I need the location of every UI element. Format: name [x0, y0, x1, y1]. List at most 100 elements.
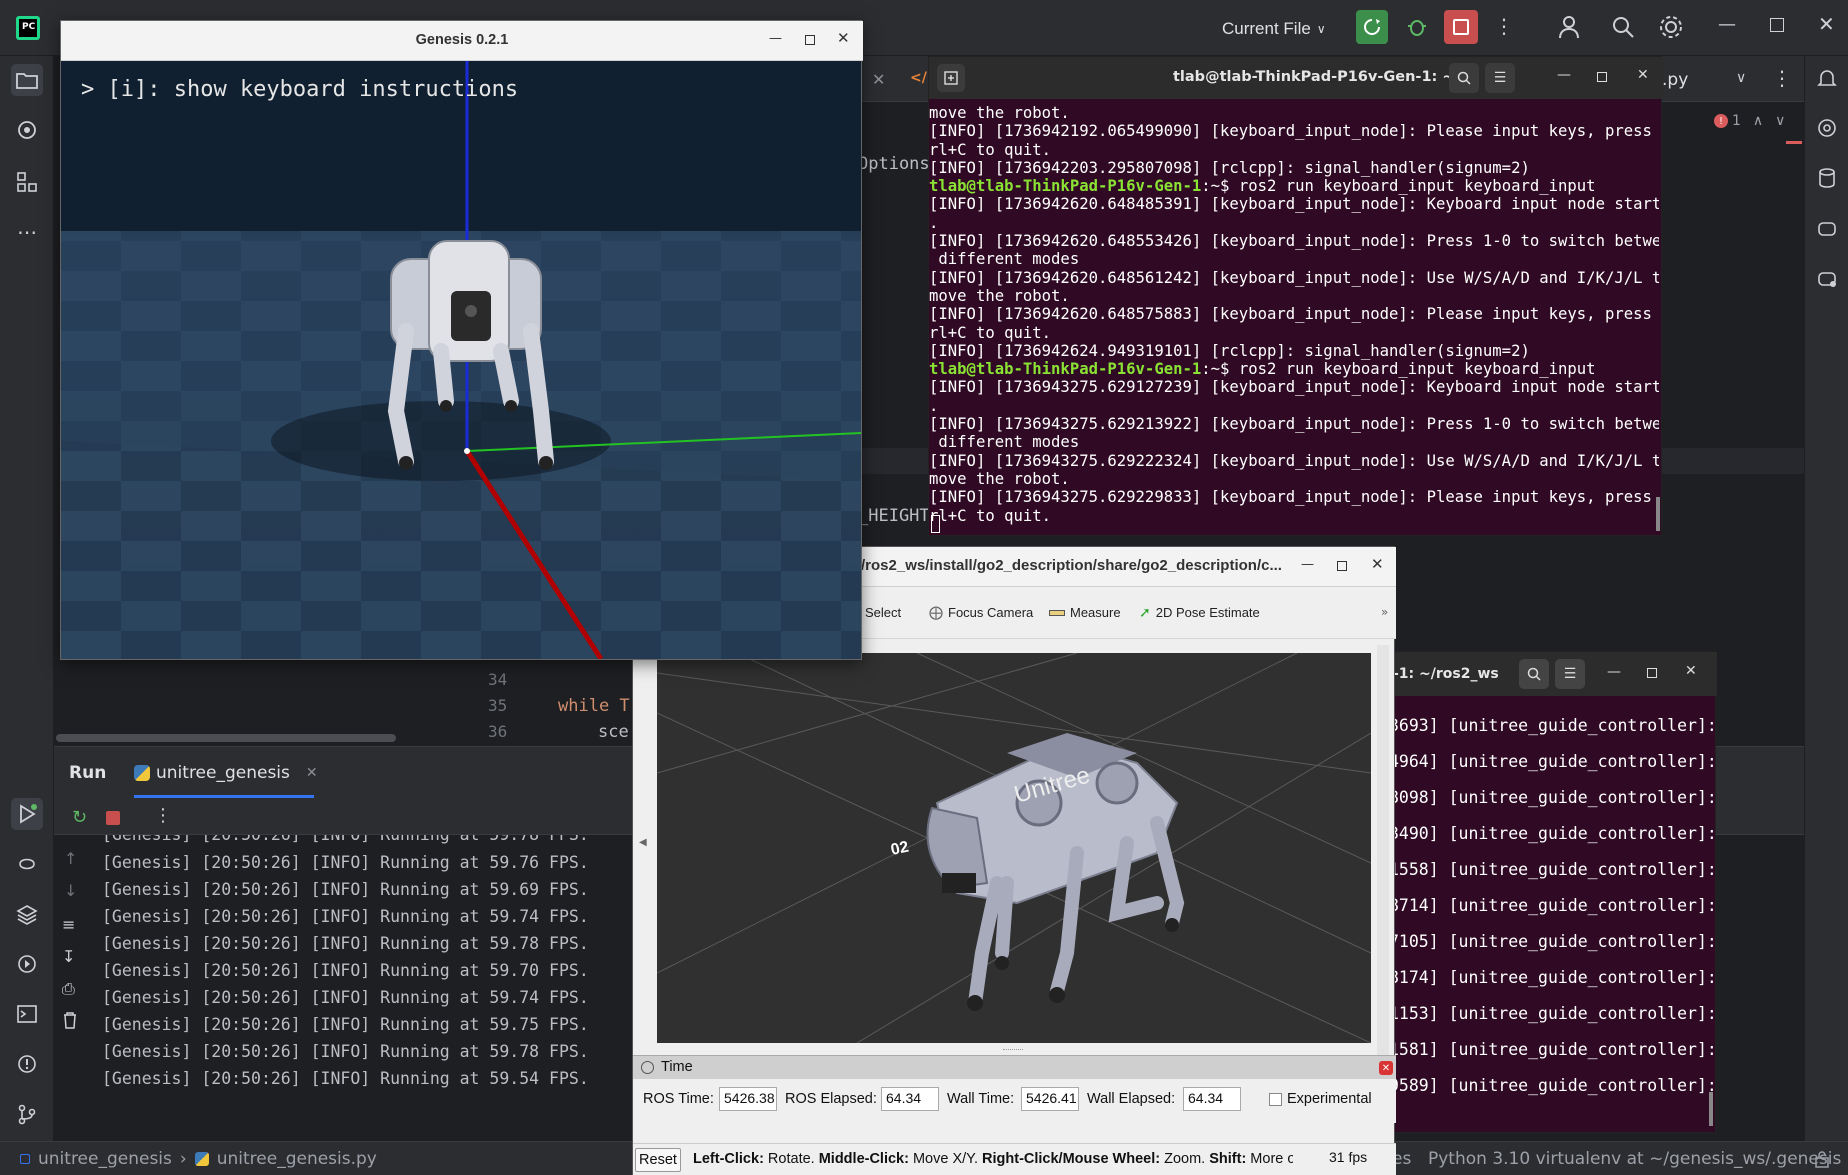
chevron-down-icon: ∨ — [1316, 22, 1326, 36]
layers-icon[interactable] — [11, 898, 43, 930]
wall-elapsed-field[interactable]: 64.34 — [1183, 1087, 1241, 1111]
breadcrumb-project[interactable]: unitree_genesis — [38, 1149, 172, 1169]
tabs-more-icon[interactable]: ⋮ — [1772, 66, 1792, 90]
terminal-line: . — [929, 214, 1659, 232]
minimize-icon[interactable]: — — [1718, 14, 1736, 35]
stop-icon[interactable] — [106, 811, 120, 825]
terminal-line: [INFO] [1736943275.629222324] [keyboard_… — [929, 452, 1659, 470]
reset-button[interactable]: Reset — [635, 1148, 681, 1172]
terminal2-output[interactable]: 3693] [unitree_guide_controller]: 4964] [… — [1389, 708, 1717, 1104]
left-panel-handle[interactable]: ◀ — [639, 837, 647, 848]
maximize-icon[interactable] — [1337, 561, 1347, 571]
run-tab-unitree[interactable]: unitree_genesis ✕ — [134, 761, 318, 785]
close-icon[interactable]: ✕ — [1818, 12, 1835, 36]
close-tab-icon[interactable]: ✕ — [872, 70, 885, 89]
close-icon[interactable]: ✕ — [1637, 67, 1649, 83]
problems-icon[interactable] — [11, 1048, 43, 1080]
pose-estimate-tool[interactable]: ➚ 2D Pose Estimate — [1139, 587, 1260, 638]
select-tool[interactable]: Select — [857, 587, 901, 638]
rviz-right-scrollbar[interactable] — [1377, 645, 1389, 1085]
search-button[interactable] — [1449, 63, 1479, 93]
search-icon[interactable] — [1610, 14, 1636, 44]
gear-icon[interactable] — [1658, 14, 1684, 44]
python-interpreter[interactable]: Python 3.10 virtualenv at ~/genesis_ws/.… — [1428, 1149, 1841, 1169]
measure-tool[interactable]: Measure — [1049, 587, 1121, 638]
soft-wrap-icon[interactable]: ≡ — [62, 915, 75, 934]
add-user-icon[interactable] — [1558, 14, 1584, 44]
tabs-dropdown-icon[interactable]: ∨ — [1736, 70, 1746, 86]
debug-button[interactable] — [1402, 12, 1432, 42]
lock-icon[interactable] — [1814, 1150, 1830, 1173]
python-packages-icon[interactable] — [11, 114, 43, 146]
notifications-icon[interactable] — [1811, 62, 1843, 94]
code-line-36: sce — [598, 722, 629, 742]
services-icon[interactable] — [11, 948, 43, 980]
chevron-right-icon: › — [179, 1149, 187, 1169]
terminal-icon[interactable] — [11, 998, 43, 1030]
arrow-up-icon[interactable]: ↑ — [64, 849, 77, 868]
focus-camera-tool[interactable]: ⨁ Focus Camera — [929, 587, 1033, 638]
trash-icon[interactable] — [62, 1011, 78, 1033]
terminal-window-home: tlab@tlab-ThinkPad-P16v-Gen-1: ~ ☰ — ✕ m… — [928, 56, 1663, 536]
maximize-icon[interactable] — [805, 35, 815, 45]
more-actions-icon[interactable]: ⋮ — [1494, 14, 1514, 38]
minimize-icon[interactable]: — — [1607, 664, 1621, 680]
problems-indicator[interactable]: ! 1 ∧ ∨ — [1714, 113, 1785, 129]
close-icon[interactable]: ✕ — [837, 29, 850, 47]
more-tools-icon[interactable]: ⋯ — [11, 216, 43, 248]
scroll-to-end-icon[interactable]: ↧ — [62, 947, 75, 966]
hamburger-menu-button[interactable]: ☰ — [1555, 659, 1585, 689]
search-button[interactable] — [1519, 659, 1549, 689]
terminal2-titlebar: -1: ~/ros2_ws ☰ — ✕ — [1381, 652, 1717, 696]
ros-elapsed-field[interactable]: 64.34 — [881, 1087, 939, 1111]
wall-time-field[interactable]: 5426.41 — [1021, 1087, 1079, 1111]
experimental-checkbox[interactable] — [1269, 1093, 1282, 1106]
minimize-icon[interactable]: — — [769, 31, 782, 46]
console-output[interactable]: [Genesis] [20:50:26] [INFO] Running at 5… — [102, 835, 642, 1125]
run-tool-icon[interactable] — [11, 798, 43, 830]
maximize-icon[interactable] — [1597, 72, 1607, 82]
remote-icon[interactable] — [1811, 262, 1843, 294]
robot-shadow — [271, 401, 611, 481]
editor-tab-py[interactable]: .py — [1662, 70, 1688, 90]
terminal2-scrollbar[interactable] — [1709, 1092, 1713, 1126]
console-partial-line: [Genesis] [20:50:26] [INFO] Running at 5… — [102, 835, 589, 848]
stop-button[interactable] — [1444, 10, 1478, 44]
project-folder-icon[interactable] — [11, 64, 43, 96]
close-tab-icon[interactable]: ✕ — [306, 765, 318, 781]
hamburger-menu-button[interactable]: ☰ — [1485, 63, 1515, 93]
git-icon[interactable] — [11, 1098, 43, 1130]
terminal-text: move the robot. — [929, 469, 1070, 488]
splitter-handle[interactable] — [1003, 1049, 1023, 1051]
genesis-viewport[interactable]: > [i]: show keyboard instructions — [61, 61, 861, 659]
chevron-down-icon[interactable]: ∨ — [1775, 113, 1785, 129]
ai-assistant-icon[interactable] — [1811, 112, 1843, 144]
arrow-down-icon[interactable]: ↓ — [64, 881, 77, 900]
database-icon[interactable] — [1811, 162, 1843, 194]
maximize-icon[interactable] — [1647, 668, 1657, 678]
ros-time-field[interactable]: 5426.38 — [719, 1087, 777, 1111]
rerun-icon[interactable]: ↻ — [72, 807, 87, 828]
chevron-up-icon[interactable]: ∧ — [1753, 113, 1763, 129]
new-tab-button[interactable] — [937, 64, 965, 92]
rviz-3d-view[interactable]: Unitree 02 — [657, 653, 1371, 1043]
toolbar-overflow-icon[interactable]: » — [1381, 605, 1388, 619]
console-line: [Genesis] [20:50:26] [INFO] Running at 5… — [102, 934, 589, 953]
run-config-dropdown[interactable]: Current File ∨ — [1222, 16, 1326, 42]
print-icon[interactable]: ⎙ — [62, 979, 75, 999]
rerun-button[interactable] — [1356, 10, 1388, 44]
close-icon[interactable]: ✕ — [1685, 663, 1697, 679]
python-console-icon[interactable] — [11, 848, 43, 880]
close-panel-icon[interactable]: ✕ — [1379, 1061, 1393, 1075]
minimize-icon[interactable]: — — [1557, 67, 1571, 83]
more-actions-icon[interactable]: ⋮ — [154, 805, 172, 826]
terminal1-output[interactable]: move the robot. [INFO] [1736942192.065499… — [929, 104, 1659, 525]
close-icon[interactable]: ✕ — [1371, 555, 1384, 573]
structure-icon[interactable] — [11, 166, 43, 198]
breadcrumb-file[interactable]: unitree_genesis.py — [217, 1149, 377, 1169]
terminal1-scrollbar[interactable] — [1656, 497, 1660, 531]
editor-h-scrollbar[interactable] — [56, 734, 396, 742]
copilot-icon[interactable] — [1811, 212, 1843, 244]
minimize-icon[interactable]: — — [1301, 557, 1314, 572]
restore-icon[interactable] — [1770, 18, 1784, 32]
